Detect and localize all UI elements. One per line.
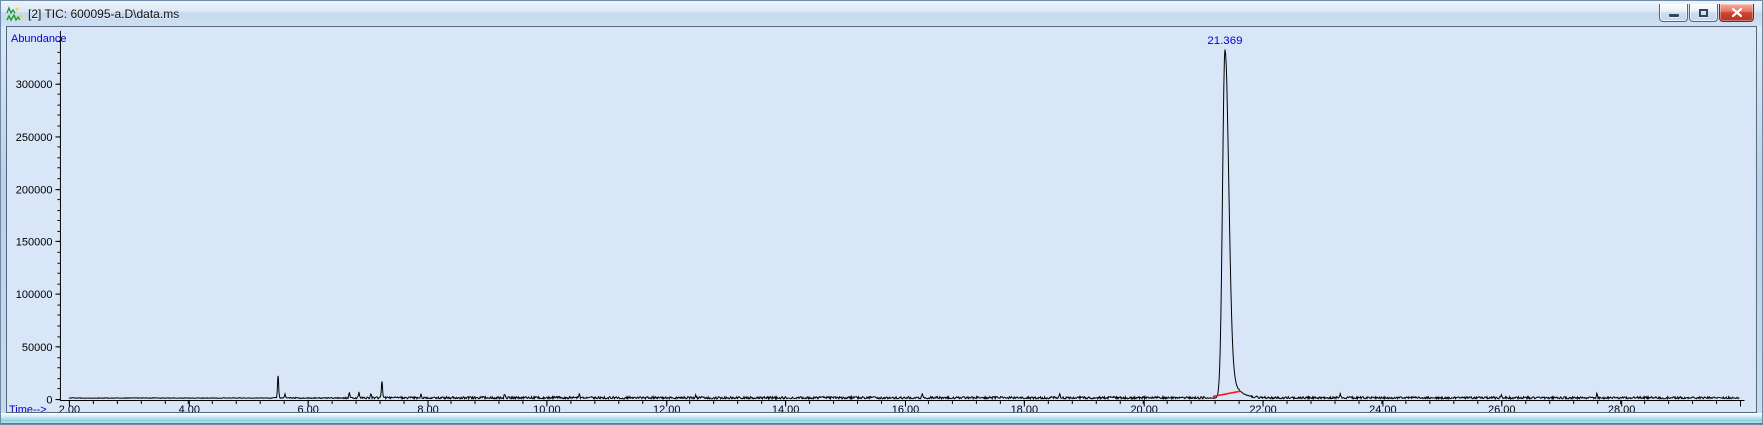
- x-axis-caption: Time-->: [9, 404, 47, 412]
- x-tick-label: 2.00: [59, 404, 80, 412]
- x-tick-label: 20.00: [1130, 404, 1157, 412]
- window-titlebar[interactable]: [2] TIC: 600095-a.D\data.ms: [1, 1, 1762, 26]
- x-tick-label: 4.00: [179, 404, 200, 412]
- peak-rt-label: 21.369: [1207, 35, 1242, 47]
- y-tick-label: 50000: [22, 342, 53, 354]
- y-tick-label: 0: [46, 395, 52, 407]
- close-icon: [1732, 8, 1742, 17]
- x-tick-label: 24.00: [1369, 404, 1396, 412]
- x-tick-label: 22.00: [1249, 404, 1276, 412]
- x-tick-label: 16.00: [892, 404, 919, 412]
- minimize-button[interactable]: [1659, 4, 1688, 22]
- window-right-frame: [1757, 26, 1762, 413]
- x-tick-label: 8.00: [417, 404, 438, 412]
- minimize-icon: [1669, 14, 1679, 17]
- x-tick-label: 26.00: [1488, 404, 1515, 412]
- tic-chromatogram: 2.00 4.00 6.00 8.00 10.00 12.00 14.00 16.00 18.0…: [7, 27, 1756, 412]
- y-tick-label: 150000: [16, 236, 53, 248]
- chromatogram-window: [2] TIC: 600095-a.D\data.ms 2.00 4.00 6.00…: [0, 0, 1763, 425]
- window-controls: [1658, 4, 1754, 22]
- integration-baseline: [1213, 391, 1240, 396]
- x-tick-label: 14.00: [772, 404, 799, 412]
- y-tick-label: 300000: [16, 79, 53, 91]
- close-button[interactable]: [1719, 4, 1754, 22]
- chromatogram-icon: [6, 6, 24, 22]
- chromatogram-plot-area[interactable]: 2.00 4.00 6.00 8.00 10.00 12.00 14.00 16.00 18.0…: [6, 26, 1757, 413]
- x-tick-label: 6.00: [297, 404, 318, 412]
- x-tick-label: 10.00: [533, 404, 560, 412]
- y-axis-caption: Abundance: [11, 33, 67, 45]
- axis-lines: [60, 31, 1744, 401]
- window-title: [2] TIC: 600095-a.D\data.ms: [28, 7, 179, 21]
- x-tick-label: 28.00: [1608, 404, 1635, 412]
- restore-button[interactable]: [1689, 4, 1718, 22]
- tic-trace: [69, 50, 1739, 399]
- x-tick-label: 18.00: [1011, 404, 1038, 412]
- x-tick-label: 12.00: [653, 404, 680, 412]
- y-tick-label: 250000: [16, 132, 53, 144]
- y-tick-label: 100000: [16, 289, 53, 301]
- y-tick-label: 200000: [16, 185, 53, 197]
- window-bottom-frame: [1, 413, 1762, 424]
- restore-icon: [1699, 9, 1708, 17]
